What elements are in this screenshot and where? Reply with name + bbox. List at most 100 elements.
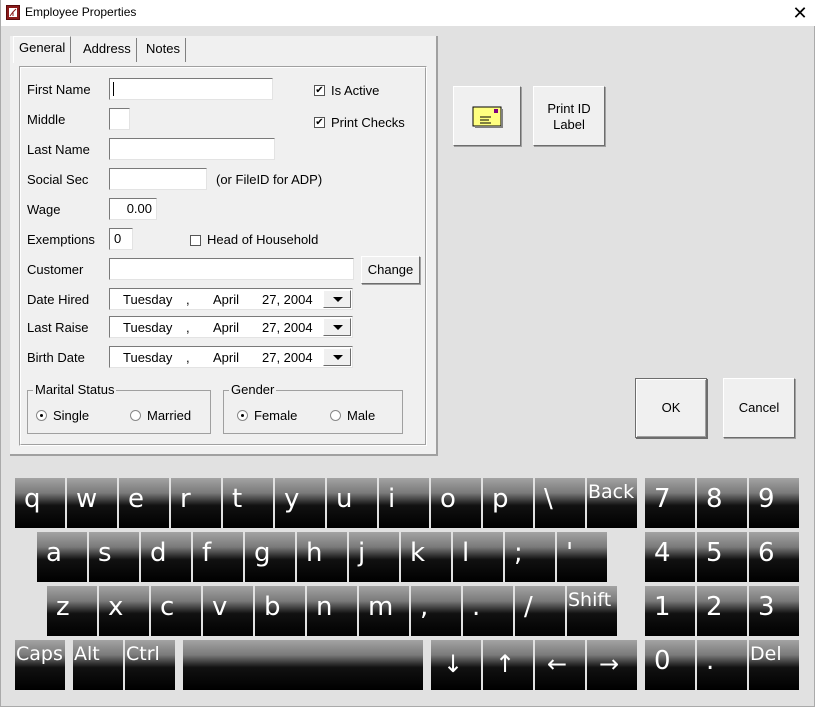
key-right[interactable]: →: [587, 640, 637, 690]
key-e[interactable]: e: [119, 478, 169, 528]
key-q[interactable]: q: [15, 478, 65, 528]
key-m[interactable]: m: [359, 586, 409, 636]
key-s[interactable]: s: [89, 532, 139, 582]
head-of-household-checkbox[interactable]: [190, 235, 201, 246]
key-del[interactable]: Del: [749, 640, 799, 690]
first-name-input[interactable]: [109, 78, 273, 100]
key-6[interactable]: 6: [749, 532, 799, 582]
tab-address[interactable]: Address: [78, 38, 137, 62]
single-radio[interactable]: [36, 410, 47, 421]
date-hired-dayyear: 27, 2004: [262, 292, 313, 307]
key-0[interactable]: 0: [645, 640, 695, 690]
tab-notes[interactable]: Notes: [141, 38, 186, 62]
key-2[interactable]: 2: [697, 586, 747, 636]
key-j[interactable]: j: [349, 532, 399, 582]
social-sec-input[interactable]: [109, 168, 207, 190]
middle-input[interactable]: [109, 108, 130, 130]
key-label: .: [706, 646, 715, 676]
key-4[interactable]: 4: [645, 532, 695, 582]
print-id-label-button[interactable]: Print ID Label: [533, 86, 605, 146]
key-period[interactable]: .: [697, 640, 747, 690]
married-radio[interactable]: [130, 410, 141, 421]
key-semicolon[interactable]: ;: [505, 532, 555, 582]
key-label: 6: [758, 538, 775, 568]
key-9[interactable]: 9: [749, 478, 799, 528]
key-ctrl[interactable]: Ctrl: [125, 640, 175, 690]
last-raise-picker[interactable]: Tuesday , April 27, 2004: [109, 316, 353, 338]
female-radio[interactable]: [237, 410, 248, 421]
employee-properties-window: Employee Properties ✕ General Address No…: [0, 0, 815, 707]
window-title: Employee Properties: [25, 5, 137, 19]
key-back[interactable]: Back: [587, 478, 637, 528]
change-customer-button[interactable]: Change: [361, 256, 420, 284]
date-hired-sep: ,: [186, 292, 190, 307]
last-raise-dropdown-icon[interactable]: [323, 318, 351, 336]
key-label: d: [150, 538, 167, 568]
cancel-button[interactable]: Cancel: [723, 378, 795, 438]
key-5[interactable]: 5: [697, 532, 747, 582]
customer-input[interactable]: [109, 258, 354, 280]
key-shift[interactable]: Shift: [567, 586, 617, 636]
key-alt[interactable]: Alt: [73, 640, 123, 690]
key-t[interactable]: t: [223, 478, 273, 528]
key-c[interactable]: c: [151, 586, 201, 636]
key-8[interactable]: 8: [697, 478, 747, 528]
key-comma[interactable]: ,: [411, 586, 461, 636]
key-label: 2: [706, 592, 723, 622]
is-active-checkbox[interactable]: ✔: [314, 85, 325, 96]
key-z[interactable]: z: [47, 586, 97, 636]
key-down[interactable]: ↓: [431, 640, 481, 690]
key-space[interactable]: [183, 640, 423, 690]
envelope-icon: [472, 106, 503, 128]
key-u[interactable]: u: [327, 478, 377, 528]
key-v[interactable]: v: [203, 586, 253, 636]
envelope-button[interactable]: [453, 86, 521, 146]
tab-general[interactable]: General: [13, 36, 72, 63]
key-o[interactable]: o: [431, 478, 481, 528]
key-3[interactable]: 3: [749, 586, 799, 636]
key-d[interactable]: d: [141, 532, 191, 582]
key-n[interactable]: n: [307, 586, 357, 636]
key-1[interactable]: 1: [645, 586, 695, 636]
key-l[interactable]: l: [453, 532, 503, 582]
key-x[interactable]: x: [99, 586, 149, 636]
key-a[interactable]: a: [37, 532, 87, 582]
ok-button[interactable]: OK: [635, 378, 707, 438]
birth-date-dropdown-icon[interactable]: [323, 348, 351, 366]
last-raise-weekday: Tuesday: [123, 320, 173, 335]
key-w[interactable]: w: [67, 478, 117, 528]
date-hired-dropdown-icon[interactable]: [323, 290, 351, 308]
birth-date-picker[interactable]: Tuesday , April 27, 2004: [109, 346, 353, 368]
exemptions-input[interactable]: 0: [109, 228, 133, 250]
date-hired-label: Date Hired: [27, 292, 90, 307]
date-hired-picker[interactable]: Tuesday , April 27, 2004: [109, 288, 353, 310]
print-checks-checkbox[interactable]: ✔: [314, 117, 325, 128]
key-period[interactable]: .: [463, 586, 513, 636]
key-g[interactable]: g: [245, 532, 295, 582]
key-label: ,: [420, 592, 429, 622]
wage-input[interactable]: 0.00: [109, 198, 157, 220]
key-backslash[interactable]: \: [535, 478, 585, 528]
key-label: 7: [654, 484, 671, 514]
key-p[interactable]: p: [483, 478, 533, 528]
key-slash[interactable]: /: [515, 586, 565, 636]
male-radio[interactable]: [330, 410, 341, 421]
key-label: v: [212, 592, 228, 622]
key-7[interactable]: 7: [645, 478, 695, 528]
key-f[interactable]: f: [193, 532, 243, 582]
print-id-label-line1: Print ID: [547, 101, 591, 116]
key-label: ↑: [495, 650, 516, 678]
key-y[interactable]: y: [275, 478, 325, 528]
key-r[interactable]: r: [171, 478, 221, 528]
close-icon[interactable]: ✕: [790, 3, 810, 23]
key-caps[interactable]: Caps: [15, 640, 65, 690]
key-k[interactable]: k: [401, 532, 451, 582]
birth-date-dayyear: 27, 2004: [262, 350, 313, 365]
key-h[interactable]: h: [297, 532, 347, 582]
key-up[interactable]: ↑: [483, 640, 533, 690]
key-quote[interactable]: ': [557, 532, 607, 582]
key-b[interactable]: b: [255, 586, 305, 636]
key-i[interactable]: i: [379, 478, 429, 528]
last-name-input[interactable]: [109, 138, 275, 160]
key-left[interactable]: ←: [535, 640, 585, 690]
